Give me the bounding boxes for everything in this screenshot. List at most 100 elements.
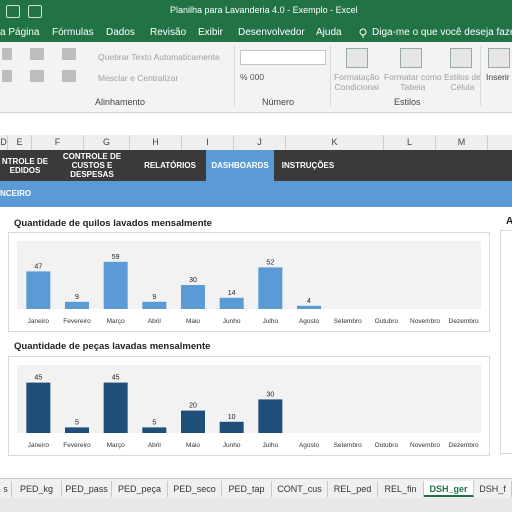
- data-label: 20: [189, 403, 197, 410]
- bar[interactable]: [65, 427, 89, 433]
- column-header[interactable]: E: [8, 135, 32, 150]
- bar[interactable]: [26, 382, 51, 433]
- category-label: Janeiro: [28, 442, 50, 449]
- cell-styles-button[interactable]: Estilos de Célula: [444, 72, 481, 92]
- column-header[interactable]: H: [130, 135, 182, 150]
- group-number: Número: [262, 97, 295, 107]
- column-header[interactable]: F: [32, 135, 84, 150]
- column-header[interactable]: K: [286, 135, 384, 150]
- data-label: 9: [75, 294, 79, 301]
- bar[interactable]: [181, 285, 205, 309]
- nav-dashboards[interactable]: DASHBOARDS: [206, 150, 274, 181]
- autosave-icon[interactable]: [28, 5, 42, 18]
- nav-controle-pedidos[interactable]: NTROLE DE EDIDOS: [0, 150, 50, 181]
- nav-instrucoes[interactable]: INSTRUÇÕES: [274, 150, 342, 181]
- conditional-format-icon[interactable]: [346, 48, 368, 68]
- merge-center-button[interactable]: Mesclar e Centralizar: [98, 73, 178, 83]
- dashboard-nav: NTROLE DE EDIDOS CONTROLE DE CUSTOS E DE…: [0, 150, 512, 181]
- divider: [330, 46, 331, 106]
- category-label: Agosto: [299, 442, 320, 449]
- bar[interactable]: [65, 301, 89, 309]
- column-header[interactable]: I: [182, 135, 234, 150]
- bar[interactable]: [219, 421, 244, 433]
- chart-2-title: Quantidade de peças lavadas mensalmente: [14, 341, 211, 352]
- nav-controle-custos[interactable]: CONTROLE DE CUSTOS E DESPESAS: [50, 150, 134, 181]
- tab-formulas[interactable]: Fórmulas: [52, 27, 94, 38]
- divider: [234, 46, 235, 106]
- align-center-icon[interactable]: [30, 70, 44, 82]
- chart-1[interactable]: 47 Janeiro 9 Fevereiro 59 Março 9 Abril 30 Maio 14…: [8, 232, 490, 332]
- tab-developer[interactable]: Desenvolvedor: [238, 27, 305, 38]
- bar[interactable]: [26, 271, 51, 309]
- bar[interactable]: [181, 410, 205, 433]
- data-label: 14: [228, 290, 236, 297]
- align-middle-icon[interactable]: [30, 48, 44, 60]
- category-label: Novembro: [410, 318, 440, 325]
- conditional-format-button[interactable]: Formatação Condicional: [334, 72, 379, 92]
- bar[interactable]: [297, 305, 321, 309]
- insert-icon[interactable]: [488, 48, 510, 68]
- plot-area: [17, 241, 481, 309]
- subbar-label[interactable]: NCEIRO: [0, 189, 31, 198]
- tab-view[interactable]: Exibir: [198, 27, 223, 38]
- bar[interactable]: [103, 261, 128, 309]
- chart-2[interactable]: 45 Janeiro 5 Fevereiro 45 Março 5 Abril 20 Maio 10…: [8, 356, 490, 456]
- data-label: 9: [152, 294, 156, 301]
- bar[interactable]: [258, 267, 283, 309]
- sheet-tab[interactable]: DSH_f: [474, 481, 512, 497]
- sheet-tabs: s PED_kg PED_pass PED_peça PED_seco PED_…: [0, 478, 512, 499]
- sheet-tab[interactable]: PED_kg: [12, 481, 62, 497]
- bar[interactable]: [142, 427, 167, 433]
- category-label: Dezembro: [449, 318, 479, 325]
- dashboard-subbar: NCEIRO: [0, 181, 512, 207]
- format-table-button[interactable]: Formatar como Tabela: [384, 72, 442, 92]
- column-header[interactable]: G: [84, 135, 130, 150]
- tab-help[interactable]: Ajuda: [316, 27, 342, 38]
- data-label: 45: [112, 375, 120, 382]
- format-table-icon[interactable]: [400, 48, 422, 68]
- sheet-tab[interactable]: PED_peça: [112, 481, 168, 497]
- chart-1-title: Quantidade de quilos lavados mensalmente: [14, 218, 212, 229]
- align-top-icon[interactable]: [2, 48, 12, 60]
- tab-page-layout[interactable]: a Página: [0, 27, 39, 38]
- sheet-tab[interactable]: PED_tap: [222, 481, 272, 497]
- data-label: 10: [228, 414, 236, 421]
- data-label: 45: [34, 375, 42, 382]
- sheet-tab[interactable]: PED_seco: [168, 481, 222, 497]
- category-label: Março: [107, 318, 125, 325]
- column-header[interactable]: L: [384, 135, 436, 150]
- category-label: Junho: [223, 442, 241, 449]
- bar[interactable]: [103, 382, 128, 433]
- sheet-tab[interactable]: REL_ped: [328, 481, 378, 497]
- orientation-icon[interactable]: [62, 48, 76, 60]
- sheet-tab[interactable]: PED_pass: [62, 481, 112, 497]
- tab-data[interactable]: Dados: [106, 27, 135, 38]
- column-header[interactable]: D: [0, 135, 8, 150]
- tell-me-text: Diga-me o que você deseja fazer: [372, 27, 512, 38]
- data-label: 5: [152, 419, 156, 426]
- category-label: Outubro: [375, 318, 399, 325]
- nav-relatorios[interactable]: RELATÓRIOS: [134, 150, 206, 181]
- data-label: 30: [266, 391, 274, 398]
- cell-styles-icon[interactable]: [450, 48, 472, 68]
- sheet-tab[interactable]: CONT_cus: [272, 481, 328, 497]
- category-label: Setembro: [334, 442, 363, 449]
- category-label: Março: [107, 442, 125, 449]
- number-format-buttons[interactable]: % 000: [240, 72, 264, 82]
- number-format-dropdown[interactable]: [240, 50, 326, 65]
- insert-button[interactable]: Inserir: [486, 72, 510, 82]
- indent-icon[interactable]: [62, 70, 76, 82]
- bar[interactable]: [142, 301, 167, 309]
- bar[interactable]: [258, 399, 283, 433]
- tab-review[interactable]: Revisão: [150, 27, 186, 38]
- column-header[interactable]: M: [436, 135, 488, 150]
- sheet-tab[interactable]: REL_fin: [378, 481, 424, 497]
- sheet-tab-active[interactable]: DSH_ger: [424, 481, 474, 497]
- column-header[interactable]: J: [234, 135, 286, 150]
- bar[interactable]: [219, 297, 244, 309]
- save-icon[interactable]: [6, 5, 20, 18]
- wrap-text-button[interactable]: Quebrar Texto Automaticamente: [98, 52, 220, 62]
- tell-me-search[interactable]: Diga-me o que você deseja fazer: [358, 27, 512, 38]
- align-left-icon[interactable]: [2, 70, 12, 82]
- sheet-tab[interactable]: s: [0, 481, 12, 497]
